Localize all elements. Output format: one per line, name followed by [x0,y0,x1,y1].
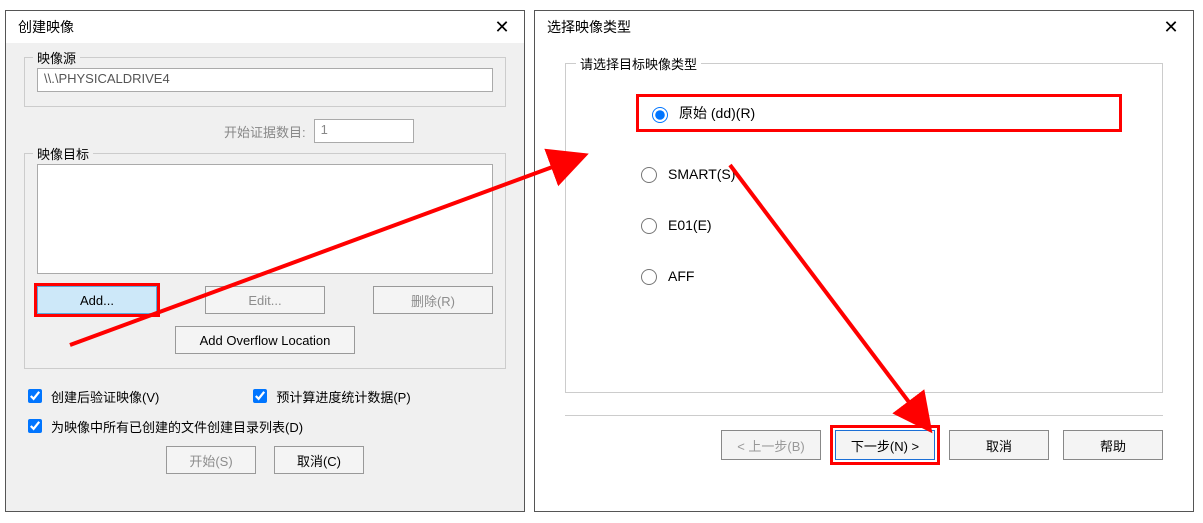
radio-e01[interactable]: E01(E) [636,215,1122,234]
overflow-row: Add Overflow Location [37,326,493,354]
verify-check-input[interactable] [28,389,42,403]
radio-smart[interactable]: SMART(S) [636,164,1122,183]
type-legend: 请选择目标映像类型 [576,54,701,73]
target-legend: 映像目标 [33,144,93,163]
separator [565,415,1163,416]
source-input[interactable]: \\.\PHYSICALDRIVE4 [37,68,493,92]
raw-highlight: 原始 (dd)(R) [636,94,1122,132]
dialog-body-right: 请选择目标映像类型 原始 (dd)(R) SMART(S) E01(E) [535,43,1193,511]
create-image-dialog: 创建映像 ✕ 映像源 \\.\PHYSICALDRIVE4 开始证据数目: 1 … [5,10,525,512]
remove-button: 删除(R) [373,286,493,314]
target-listbox[interactable] [37,164,493,274]
overflow-button[interactable]: Add Overflow Location [175,326,355,354]
select-image-type-dialog: 选择映像类型 ✕ 请选择目标映像类型 原始 (dd)(R) SMART(S) [534,10,1194,512]
listing-check-input[interactable] [28,419,42,433]
precalc-check-input[interactable] [253,389,267,403]
checkbox-group: 创建后验证映像(V) 预计算进度统计数据(P) 为映像中所有已创建的文件创建目录… [24,381,506,436]
source-legend: 映像源 [33,48,80,67]
radio-aff-label: AFF [668,268,694,284]
listing-checkbox[interactable]: 为映像中所有已创建的文件创建目录列表(D) [24,416,506,436]
target-fieldset: 映像目标 Add... Edit... 删除(R) Add Overflow L… [24,153,506,369]
cancel-button-right[interactable]: 取消 [949,430,1049,460]
start-evidence-row: 开始证据数目: 1 [24,119,506,143]
wizard-button-row: < 上一步(B) 下一步(N) > 取消 帮助 [565,430,1163,460]
titlebar-right: 选择映像类型 ✕ [535,11,1193,43]
dialog-body-left: 映像源 \\.\PHYSICALDRIVE4 开始证据数目: 1 映像目标 Ad… [6,43,524,511]
titlebar-left: 创建映像 ✕ [6,11,524,43]
radio-raw-label: 原始 (dd)(R) [679,103,755,123]
bottom-button-row: 开始(S) 取消(C) [24,446,506,474]
back-button: < 上一步(B) [721,430,821,460]
close-icon[interactable]: ✕ [488,13,516,41]
radio-raw-input[interactable] [652,107,668,123]
verify-checkbox[interactable]: 创建后验证映像(V) [24,386,159,406]
radio-aff[interactable]: AFF [636,266,1122,285]
verify-label: 创建后验证映像(V) [51,387,159,406]
target-button-row: Add... Edit... 删除(R) [37,286,493,314]
listing-label: 为映像中所有已创建的文件创建目录列表(D) [51,417,303,436]
start-evidence-label: 开始证据数目: [224,122,306,141]
precalc-label: 预计算进度统计数据(P) [276,387,410,406]
radio-smart-label: SMART(S) [668,166,735,182]
radio-group: 原始 (dd)(R) SMART(S) E01(E) AFF [636,94,1122,285]
next-button[interactable]: 下一步(N) > [835,430,935,460]
add-button[interactable]: Add... [37,286,157,314]
close-icon[interactable]: ✕ [1157,13,1185,41]
dialog-title: 创建映像 [18,17,74,37]
radio-e01-input[interactable] [641,218,657,234]
radio-aff-input[interactable] [641,269,657,285]
cancel-button[interactable]: 取消(C) [274,446,364,474]
start-evidence-input[interactable]: 1 [314,119,414,143]
dialog-title-right: 选择映像类型 [547,17,631,37]
start-button: 开始(S) [166,446,256,474]
radio-smart-input[interactable] [641,167,657,183]
radio-e01-label: E01(E) [668,217,712,233]
help-button[interactable]: 帮助 [1063,430,1163,460]
edit-button: Edit... [205,286,325,314]
source-fieldset: 映像源 \\.\PHYSICALDRIVE4 [24,57,506,107]
type-fieldset: 请选择目标映像类型 原始 (dd)(R) SMART(S) E01(E) [565,63,1163,393]
radio-raw[interactable]: 原始 (dd)(R) [647,103,755,123]
precalc-checkbox[interactable]: 预计算进度统计数据(P) [249,386,410,406]
